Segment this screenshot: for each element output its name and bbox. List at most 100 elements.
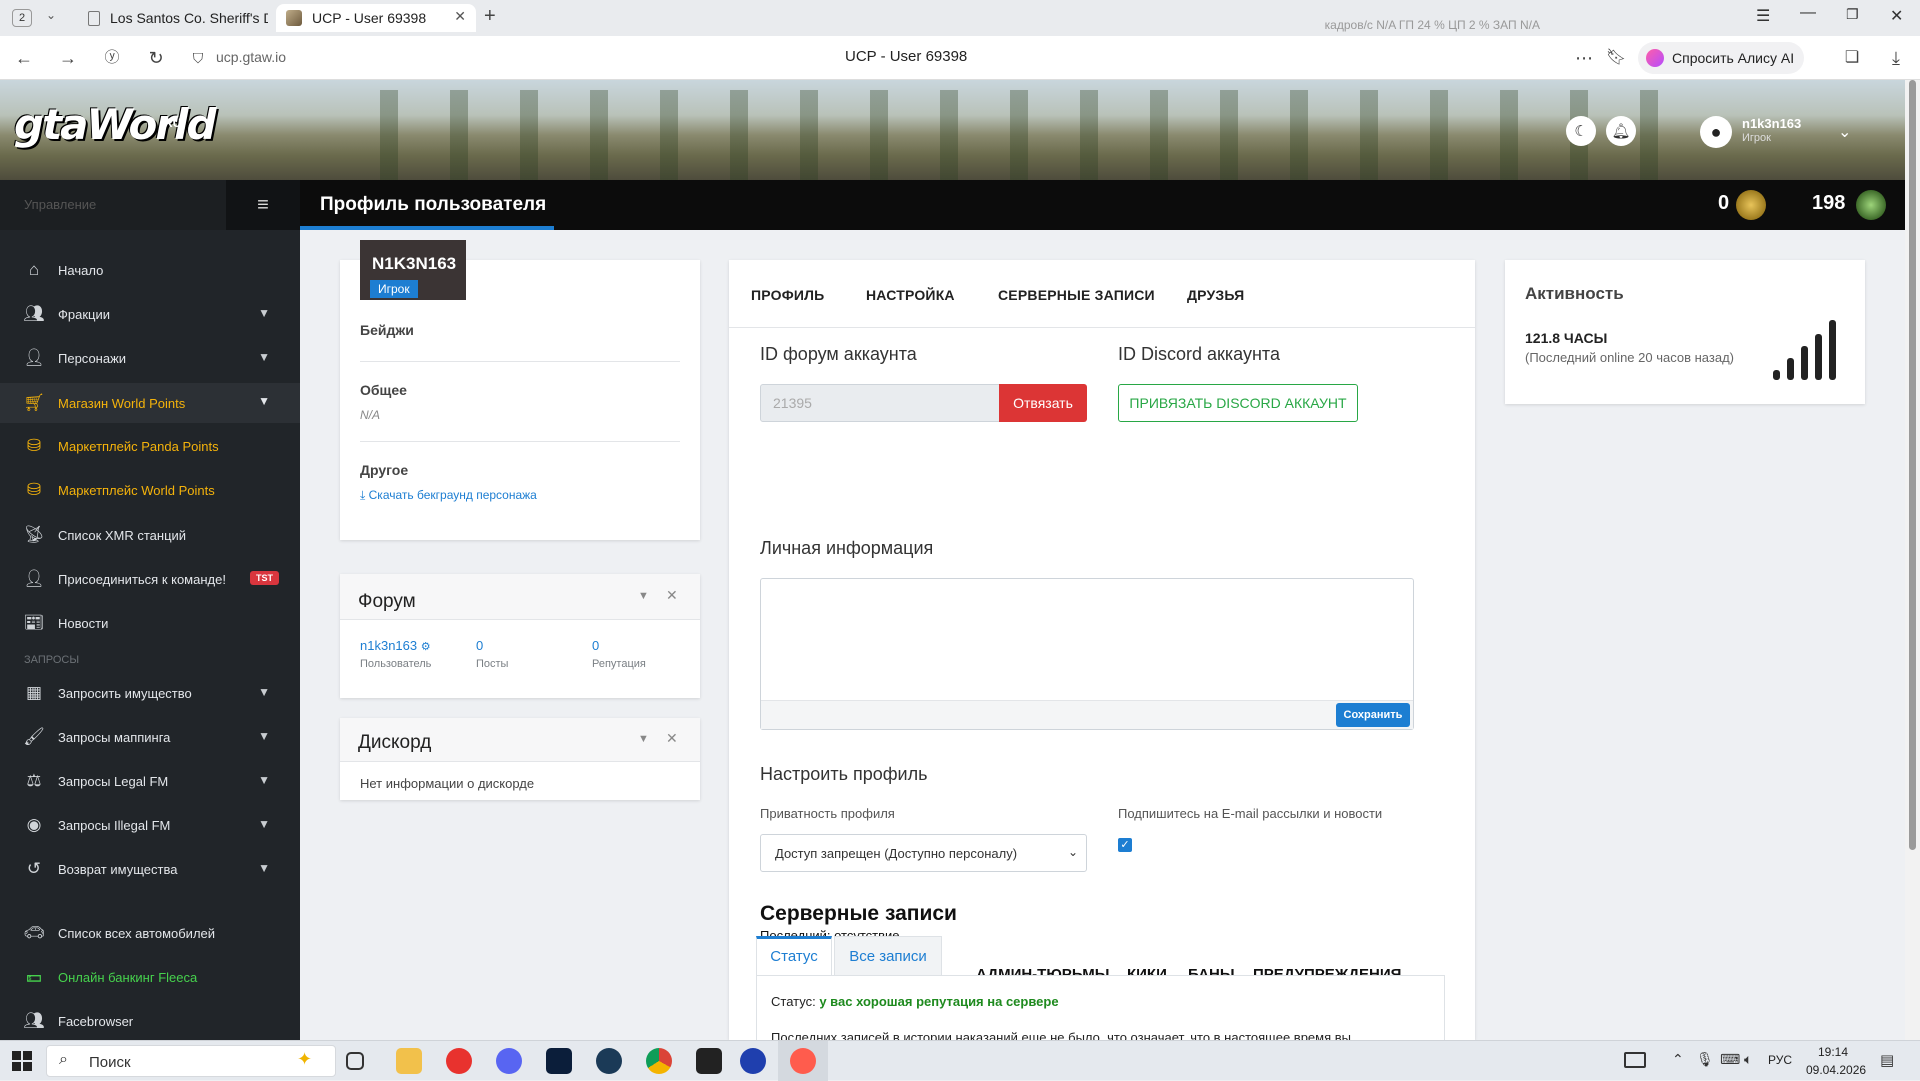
discord-card: Дискорд ▼ ✕ Нет информации о дискорде <box>340 718 700 800</box>
chevron-down-icon: ⌄ <box>1067 845 1078 859</box>
tab-count-badge[interactable]: 2 <box>12 9 32 27</box>
volume-icon[interactable]: 🔈︎ <box>1744 1051 1752 1068</box>
close-window-icon[interactable]: ✕ <box>1890 6 1903 26</box>
divider <box>360 361 680 362</box>
file-explorer-icon[interactable] <box>396 1048 422 1074</box>
menu-icon[interactable]: ☰ <box>1756 6 1770 26</box>
chevron-down-icon: ▼ <box>258 394 270 408</box>
ea-icon[interactable] <box>740 1048 766 1074</box>
task-view-icon[interactable] <box>346 1052 364 1070</box>
sidebar-item-xmr[interactable]: 📡︎ Список XMR станций <box>0 516 300 554</box>
tab-profile[interactable]: ПРОФИЛЬ <box>751 287 824 303</box>
tab-settings[interactable]: НАСТРОЙКА <box>866 287 955 303</box>
network-icon[interactable]: ⌨︎ <box>1720 1051 1740 1068</box>
back-icon[interactable]: ← <box>12 46 36 70</box>
forum-user-caption: Пользователь <box>360 658 432 670</box>
sidebar-item-label: Facebrowser <box>58 1013 134 1029</box>
gtaw-logo[interactable]: gtaWorld RU <box>14 94 217 164</box>
sidebar-item-join-team[interactable]: 👤︎ Присоединиться к команде! TST <box>0 560 300 598</box>
site-info-icon[interactable]: ⛉ <box>186 46 210 70</box>
sidebar-item-panda-market[interactable]: ⛁ Маркетплейс Panda Points <box>0 427 300 465</box>
sidebar-item-home[interactable]: ⌂ Начало <box>0 251 300 289</box>
clock-time[interactable]: 19:14 <box>1818 1045 1848 1059</box>
tab-server-records[interactable]: СЕРВЕРНЫЕ ЗАПИСИ <box>998 287 1155 303</box>
sidebar-item-legal-fm[interactable]: ⚖︎ Запросы Legal FM ▼ <box>0 762 300 800</box>
bookmark-icon[interactable]: 🔖︎ <box>1604 46 1628 70</box>
minimize-icon[interactable]: — <box>1800 4 1816 22</box>
yandex-browser-icon[interactable] <box>446 1048 472 1074</box>
yandex-app-icon[interactable] <box>790 1048 816 1074</box>
close-icon[interactable]: ✕ <box>666 587 678 604</box>
sidebar: Управление ≡ ⌂ Начало 👥︎ Фракции ▼ 👤︎ Пе… <box>0 180 300 1040</box>
scroll-thumb[interactable] <box>1909 80 1916 850</box>
sidebar-item-illegal-fm[interactable]: ◉ Запросы Illegal FM ▼ <box>0 806 300 844</box>
taskbar-search[interactable]: ⌕ Поиск ✦ <box>46 1045 336 1077</box>
link-discord-button[interactable]: ПРИВЯЗАТЬ DISCORD АККАУНТ <box>1118 384 1358 422</box>
sidebar-item-wp-shop[interactable]: 🛒︎ Магазин World Points ▼ <box>0 383 300 423</box>
tab-close-icon[interactable]: ✕ <box>454 8 466 25</box>
sidebar-item-property-return[interactable]: ↺ Возврат имущества ▼ <box>0 850 300 888</box>
chrome-icon[interactable] <box>646 1048 672 1074</box>
downloads-icon[interactable]: ⤓ <box>1884 46 1908 70</box>
page: gtaWorld RU ☾ 🔔︎ ● n1k3n163 Игрок ⌄ Упра… <box>0 80 1905 1040</box>
sidebar-item-wp-market[interactable]: ⛁ Маркетплейс World Points <box>0 471 300 509</box>
sidebar-item-mapping[interactable]: 🖌︎ Запросы маппинга ▼ <box>0 718 300 756</box>
chevron-up-icon[interactable]: ⌃ <box>1672 1051 1684 1068</box>
photoshop-icon[interactable] <box>546 1048 572 1074</box>
privacy-select[interactable]: Доступ запрещен (Доступно персоналу) ⌄ <box>760 834 1087 872</box>
notifications-icon[interactable]: ▤ <box>1880 1051 1894 1069</box>
chevron-down-icon: ▼ <box>258 861 270 875</box>
close-icon[interactable]: ✕ <box>666 730 678 747</box>
more-icon[interactable]: ⋯ <box>1572 46 1596 70</box>
subscribe-checkbox[interactable]: ✓ <box>1118 838 1132 852</box>
collapse-icon[interactable]: ▼ <box>638 733 649 745</box>
sidebar-item-label: Запросы маппинга <box>58 729 171 745</box>
sidebar-item-request-property[interactable]: ▦ Запросить имущество ▼ <box>0 674 300 712</box>
reload-icon[interactable]: ↻ <box>144 46 168 70</box>
page-scrollbar[interactable] <box>1905 80 1920 1040</box>
document-icon <box>88 10 100 26</box>
user-menu[interactable]: ● n1k3n163 Игрок ⌄ <box>1700 110 1860 154</box>
personal-info-label: Личная информация <box>760 538 934 558</box>
discord-info-text: Нет информации о дискорде <box>360 776 535 791</box>
tabs-dropdown-icon[interactable]: ⌄ <box>46 8 56 22</box>
save-button[interactable]: Сохранить <box>1336 703 1410 727</box>
forum-user-link[interactable]: n1k3n163 ⚙ <box>360 638 431 653</box>
restore-icon[interactable]: ❐ <box>1846 6 1859 23</box>
tab-title: Los Santos Co. Sheriff's D <box>110 10 268 26</box>
activity-card: Активность 121.8 ЧАСЫ (Последний online … <box>1505 260 1865 404</box>
sidebar-item-vehicles[interactable]: 🚗︎ Список всех автомобилей <box>0 914 300 952</box>
clock-date[interactable]: 09.04.2026 <box>1806 1063 1866 1077</box>
tab-ucp[interactable]: UCP - User 69398 ✕ <box>276 4 476 32</box>
forward-icon[interactable]: → <box>56 46 80 70</box>
collections-icon[interactable]: ❏ <box>1840 46 1864 70</box>
sidebar-item-fleeca[interactable]: 💵︎ Онлайн банкинг Fleeca <box>0 958 300 996</box>
address-bar[interactable]: ucp.gtaw.io <box>216 49 286 65</box>
windows-start-icon[interactable] <box>12 1051 32 1071</box>
steam-icon[interactable] <box>596 1048 622 1074</box>
language-indicator[interactable]: РУС <box>1768 1053 1792 1067</box>
sidebar-item-label: Запросы Legal FM <box>58 773 169 789</box>
tab-friends[interactable]: ДРУЗЬЯ <box>1187 287 1244 303</box>
unlink-button[interactable]: Отвязать <box>999 384 1087 422</box>
hitman-icon[interactable] <box>696 1048 722 1074</box>
bell-icon[interactable]: 🔔︎ <box>1606 116 1636 146</box>
download-icon: ⤓ <box>360 488 369 502</box>
yandex-icon[interactable]: ⓨ <box>100 46 124 70</box>
widgets-icon[interactable] <box>1624 1052 1646 1068</box>
collapse-icon[interactable]: ▼ <box>638 590 649 602</box>
download-background-link[interactable]: ⤓ Скачать бекграунд персонажа <box>360 488 537 503</box>
tab-sheriff[interactable]: Los Santos Co. Sheriff's D <box>78 4 268 32</box>
dark-mode-icon[interactable]: ☾ <box>1566 116 1596 146</box>
sidebar-item-facebrowser[interactable]: 👥︎ Facebrowser <box>0 1002 300 1040</box>
building-icon: ▦ <box>25 683 43 702</box>
alice-button[interactable]: Спросить Алису AI <box>1638 42 1804 74</box>
sidebar-item-news[interactable]: 📰︎ Новости <box>0 604 300 642</box>
sidebar-item-characters[interactable]: 👤︎ Персонажи ▼ <box>0 339 300 377</box>
new-tab-icon[interactable]: + <box>484 5 496 28</box>
sidebar-item-factions[interactable]: 👥︎ Фракции ▼ <box>0 295 300 333</box>
discord-icon[interactable] <box>496 1048 522 1074</box>
mic-icon[interactable]: 🎙︎ <box>1696 1051 1714 1068</box>
hamburger-icon[interactable]: ≡ <box>226 180 300 230</box>
world-points-count: 198 <box>1812 192 1846 214</box>
